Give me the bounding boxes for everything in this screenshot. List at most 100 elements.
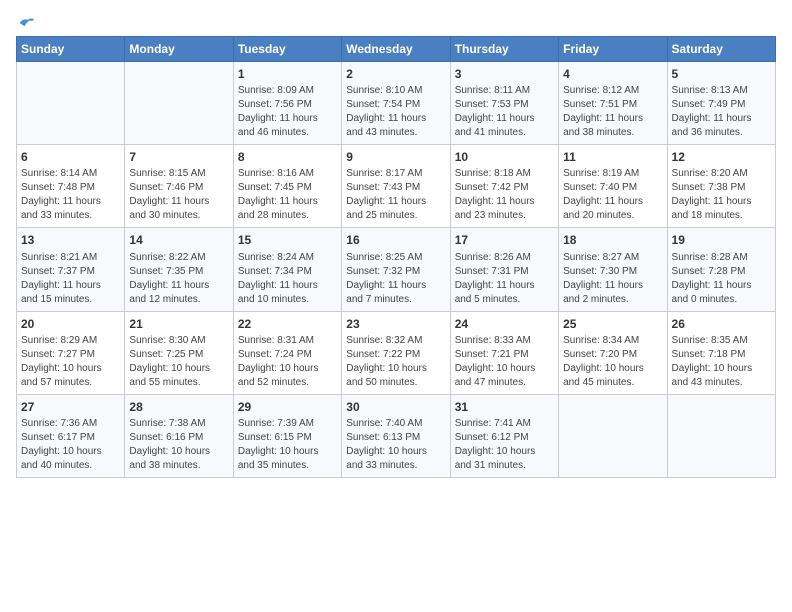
day-content: Sunrise: 8:19 AMSunset: 7:40 PMDaylight:…	[563, 167, 662, 223]
calendar-cell: 16 Sunrise: 8:25 AMSunset: 7:32 PMDayligh…	[342, 228, 450, 311]
header-cell-thursday: Thursday	[450, 37, 558, 62]
day-number: 16	[346, 232, 445, 248]
day-content: Sunrise: 8:11 AMSunset: 7:53 PMDaylight:…	[455, 84, 554, 140]
day-number: 17	[455, 232, 554, 248]
calendar-header-row: SundayMondayTuesdayWednesdayThursdayFrid…	[17, 37, 776, 62]
calendar-cell: 22 Sunrise: 8:31 AMSunset: 7:24 PMDayligh…	[233, 311, 341, 394]
day-number: 14	[129, 232, 228, 248]
calendar-cell: 24 Sunrise: 8:33 AMSunset: 7:21 PMDayligh…	[450, 311, 558, 394]
calendar-cell: 12 Sunrise: 8:20 AMSunset: 7:38 PMDayligh…	[667, 145, 775, 228]
day-number: 13	[21, 232, 120, 248]
day-number: 31	[455, 399, 554, 415]
header-cell-tuesday: Tuesday	[233, 37, 341, 62]
day-number: 19	[672, 232, 771, 248]
day-number: 24	[455, 316, 554, 332]
day-content: Sunrise: 8:34 AMSunset: 7:20 PMDaylight:…	[563, 334, 662, 390]
header-cell-sunday: Sunday	[17, 37, 125, 62]
day-content: Sunrise: 8:28 AMSunset: 7:28 PMDaylight:…	[672, 251, 771, 307]
day-content: Sunrise: 7:40 AMSunset: 6:13 PMDaylight:…	[346, 417, 445, 473]
calendar-cell: 1 Sunrise: 8:09 AMSunset: 7:56 PMDaylight…	[233, 62, 341, 145]
day-content: Sunrise: 8:24 AMSunset: 7:34 PMDaylight:…	[238, 251, 337, 307]
day-content: Sunrise: 8:31 AMSunset: 7:24 PMDaylight:…	[238, 334, 337, 390]
calendar-cell: 17Sunrise: 8:26 AMSunset: 7:31 PMDayligh…	[450, 228, 558, 311]
day-number: 4	[563, 66, 662, 82]
logo-bird-icon	[18, 16, 36, 30]
calendar-cell: 6 Sunrise: 8:14 AMSunset: 7:48 PMDaylight…	[17, 145, 125, 228]
calendar-cell: 21Sunrise: 8:30 AMSunset: 7:25 PMDayligh…	[125, 311, 233, 394]
day-number: 28	[129, 399, 228, 415]
calendar-cell: 18Sunrise: 8:27 AMSunset: 7:30 PMDayligh…	[559, 228, 667, 311]
calendar-table: SundayMondayTuesdayWednesdayThursdayFrid…	[16, 36, 776, 478]
calendar-cell	[559, 394, 667, 477]
calendar-cell: 30 Sunrise: 7:40 AMSunset: 6:13 PMDayligh…	[342, 394, 450, 477]
calendar-cell: 5 Sunrise: 8:13 AMSunset: 7:49 PMDaylight…	[667, 62, 775, 145]
day-content: Sunrise: 8:25 AMSunset: 7:32 PMDaylight:…	[346, 251, 445, 307]
day-number: 29	[238, 399, 337, 415]
day-content: Sunrise: 8:17 AMSunset: 7:43 PMDaylight:…	[346, 167, 445, 223]
day-content: Sunrise: 8:12 AMSunset: 7:51 PMDaylight:…	[563, 84, 662, 140]
calendar-week-3: 13 Sunrise: 8:21 AMSunset: 7:37 PMDayligh…	[17, 228, 776, 311]
calendar-cell	[667, 394, 775, 477]
day-number: 9	[346, 149, 445, 165]
day-number: 15	[238, 232, 337, 248]
day-number: 23	[346, 316, 445, 332]
header-cell-wednesday: Wednesday	[342, 37, 450, 62]
day-number: 20	[21, 316, 120, 332]
day-content: Sunrise: 8:13 AMSunset: 7:49 PMDaylight:…	[672, 84, 771, 140]
calendar-cell: 25 Sunrise: 8:34 AMSunset: 7:20 PMDayligh…	[559, 311, 667, 394]
calendar-cell: 4 Sunrise: 8:12 AMSunset: 7:51 PMDaylight…	[559, 62, 667, 145]
day-number: 5	[672, 66, 771, 82]
calendar-week-1: 1 Sunrise: 8:09 AMSunset: 7:56 PMDaylight…	[17, 62, 776, 145]
day-number: 6	[21, 149, 120, 165]
day-number: 3	[455, 66, 554, 82]
day-number: 22	[238, 316, 337, 332]
calendar-cell: 29 Sunrise: 7:39 AMSunset: 6:15 PMDayligh…	[233, 394, 341, 477]
day-content: Sunrise: 8:33 AMSunset: 7:21 PMDaylight:…	[455, 334, 554, 390]
day-content: Sunrise: 7:39 AMSunset: 6:15 PMDaylight:…	[238, 417, 337, 473]
calendar-cell: 23 Sunrise: 8:32 AMSunset: 7:22 PMDayligh…	[342, 311, 450, 394]
calendar-cell: 13 Sunrise: 8:21 AMSunset: 7:37 PMDayligh…	[17, 228, 125, 311]
calendar-week-5: 27Sunrise: 7:36 AMSunset: 6:17 PMDayligh…	[17, 394, 776, 477]
day-content: Sunrise: 8:20 AMSunset: 7:38 PMDaylight:…	[672, 167, 771, 223]
calendar-cell: 2 Sunrise: 8:10 AMSunset: 7:54 PMDaylight…	[342, 62, 450, 145]
day-number: 25	[563, 316, 662, 332]
calendar-cell: 19 Sunrise: 8:28 AMSunset: 7:28 PMDayligh…	[667, 228, 775, 311]
day-number: 26	[672, 316, 771, 332]
day-content: Sunrise: 8:16 AMSunset: 7:45 PMDaylight:…	[238, 167, 337, 223]
day-content: Sunrise: 8:21 AMSunset: 7:37 PMDaylight:…	[21, 251, 120, 307]
day-number: 12	[672, 149, 771, 165]
day-content: Sunrise: 8:29 AMSunset: 7:27 PMDaylight:…	[21, 334, 120, 390]
page-header	[16, 16, 776, 30]
calendar-cell: 27Sunrise: 7:36 AMSunset: 6:17 PMDayligh…	[17, 394, 125, 477]
calendar-cell: 10Sunrise: 8:18 AMSunset: 7:42 PMDayligh…	[450, 145, 558, 228]
calendar-cell: 20 Sunrise: 8:29 AMSunset: 7:27 PMDayligh…	[17, 311, 125, 394]
calendar-week-4: 20 Sunrise: 8:29 AMSunset: 7:27 PMDayligh…	[17, 311, 776, 394]
day-number: 21	[129, 316, 228, 332]
day-content: Sunrise: 7:38 AMSunset: 6:16 PMDaylight:…	[129, 417, 228, 473]
calendar-cell: 11Sunrise: 8:19 AMSunset: 7:40 PMDayligh…	[559, 145, 667, 228]
header-cell-saturday: Saturday	[667, 37, 775, 62]
day-number: 10	[455, 149, 554, 165]
day-content: Sunrise: 8:32 AMSunset: 7:22 PMDaylight:…	[346, 334, 445, 390]
day-number: 30	[346, 399, 445, 415]
calendar-body: 1 Sunrise: 8:09 AMSunset: 7:56 PMDaylight…	[17, 62, 776, 478]
calendar-cell	[17, 62, 125, 145]
day-content: Sunrise: 8:35 AMSunset: 7:18 PMDaylight:…	[672, 334, 771, 390]
day-number: 18	[563, 232, 662, 248]
calendar-cell: 3 Sunrise: 8:11 AMSunset: 7:53 PMDaylight…	[450, 62, 558, 145]
logo	[16, 16, 36, 30]
calendar-cell: 9 Sunrise: 8:17 AMSunset: 7:43 PMDaylight…	[342, 145, 450, 228]
day-content: Sunrise: 7:41 AMSunset: 6:12 PMDaylight:…	[455, 417, 554, 473]
day-content: Sunrise: 8:15 AMSunset: 7:46 PMDaylight:…	[129, 167, 228, 223]
day-content: Sunrise: 8:09 AMSunset: 7:56 PMDaylight:…	[238, 84, 337, 140]
day-number: 2	[346, 66, 445, 82]
calendar-cell: 15 Sunrise: 8:24 AMSunset: 7:34 PMDayligh…	[233, 228, 341, 311]
calendar-cell: 26 Sunrise: 8:35 AMSunset: 7:18 PMDayligh…	[667, 311, 775, 394]
day-number: 1	[238, 66, 337, 82]
calendar-week-2: 6 Sunrise: 8:14 AMSunset: 7:48 PMDaylight…	[17, 145, 776, 228]
day-number: 27	[21, 399, 120, 415]
day-content: Sunrise: 8:14 AMSunset: 7:48 PMDaylight:…	[21, 167, 120, 223]
calendar-cell: 8Sunrise: 8:16 AMSunset: 7:45 PMDaylight…	[233, 145, 341, 228]
day-content: Sunrise: 8:10 AMSunset: 7:54 PMDaylight:…	[346, 84, 445, 140]
header-cell-friday: Friday	[559, 37, 667, 62]
